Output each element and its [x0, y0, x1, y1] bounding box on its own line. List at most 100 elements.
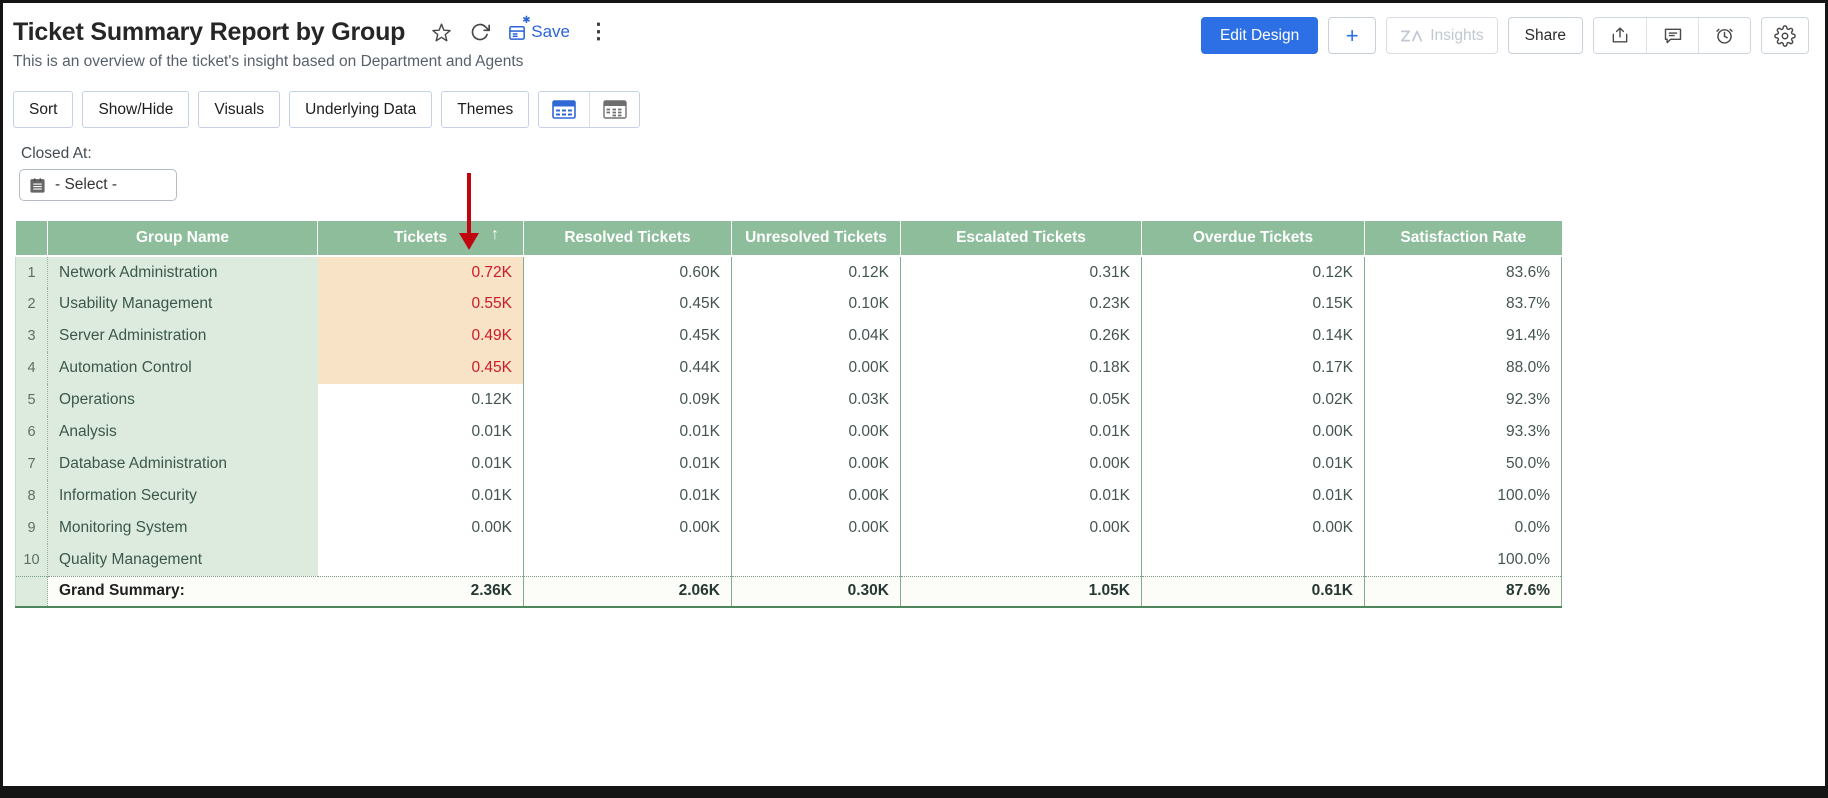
group-name-cell: Information Security — [48, 480, 318, 512]
refresh-button[interactable] — [470, 22, 490, 42]
themes-button[interactable]: Themes — [441, 91, 529, 128]
gear-icon — [1774, 25, 1796, 47]
star-icon — [431, 22, 452, 43]
resolved-cell — [524, 544, 732, 576]
page-title: Ticket Summary Report by Group — [13, 15, 405, 49]
tickets-cell: 0.01K — [318, 480, 524, 512]
settings-button[interactable] — [1761, 17, 1809, 54]
summary-gutter — [16, 576, 48, 607]
summary-satisfaction: 87.6% — [1365, 576, 1562, 607]
satisfaction-cell: 88.0% — [1365, 352, 1562, 384]
sort-button[interactable]: Sort — [13, 91, 73, 128]
satisfaction-cell: 100.0% — [1365, 544, 1562, 576]
overdue-cell — [1142, 544, 1365, 576]
unresolved-cell: 0.00K — [732, 352, 901, 384]
comment-icon — [1663, 26, 1683, 46]
edit-design-button[interactable]: Edit Design — [1201, 17, 1318, 54]
column-header-group-name[interactable]: Group Name — [48, 221, 318, 256]
report-table: Group Name Tickets ↑ Resolved Tickets Unr… — [15, 221, 1561, 608]
escalated-cell: 0.26K — [901, 320, 1142, 352]
overdue-cell: 0.12K — [1142, 256, 1365, 288]
unresolved-cell: 0.00K — [732, 480, 901, 512]
escalated-cell: 0.00K — [901, 448, 1142, 480]
save-modified-asterisk: ✱ — [522, 15, 530, 26]
show-hide-button[interactable]: Show/Hide — [82, 91, 189, 128]
column-header-tickets-label: Tickets — [394, 229, 447, 246]
satisfaction-cell: 83.6% — [1365, 256, 1562, 288]
table-view-icon — [552, 100, 576, 119]
visuals-button[interactable]: Visuals — [198, 91, 280, 128]
comment-button[interactable] — [1646, 18, 1698, 53]
unresolved-cell: 0.04K — [732, 320, 901, 352]
favorite-button[interactable] — [431, 22, 452, 43]
escalated-cell — [901, 544, 1142, 576]
resolved-cell: 0.01K — [524, 448, 732, 480]
row-number: 4 — [16, 352, 48, 384]
header-actions: Edit Design + Insights Share — [1201, 17, 1809, 54]
save-button[interactable]: ✱ Save — [508, 22, 570, 42]
summary-resolved: 2.06K — [524, 576, 732, 607]
refresh-icon — [470, 22, 490, 42]
resolved-cell: 0.00K — [524, 512, 732, 544]
escalated-cell: 0.31K — [901, 256, 1142, 288]
export-button[interactable] — [1594, 18, 1646, 53]
resolved-cell: 0.45K — [524, 288, 732, 320]
satisfaction-cell: 100.0% — [1365, 480, 1562, 512]
row-number: 3 — [16, 320, 48, 352]
sort-ascending-icon[interactable]: ↑ — [491, 226, 499, 244]
report-icon-group — [1593, 17, 1751, 54]
table-view-button[interactable] — [539, 92, 589, 127]
title-row: Ticket Summary Report by Group ✱ Save ⋮ — [13, 15, 609, 49]
tickets-cell: 0.00K — [318, 512, 524, 544]
tickets-cell — [318, 544, 524, 576]
group-name-cell: Analysis — [48, 416, 318, 448]
escalated-cell: 0.00K — [901, 512, 1142, 544]
overdue-cell: 0.02K — [1142, 384, 1365, 416]
overdue-cell: 0.14K — [1142, 320, 1365, 352]
share-button[interactable]: Share — [1508, 17, 1583, 54]
resolved-cell: 0.44K — [524, 352, 732, 384]
resolved-cell: 0.01K — [524, 480, 732, 512]
escalated-cell: 0.23K — [901, 288, 1142, 320]
date-filter-value: - Select - — [55, 176, 117, 194]
table-row: 3 Server Administration 0.49K 0.45K 0.04… — [16, 320, 1562, 352]
table-row: 10 Quality Management 100.0% — [16, 544, 1562, 576]
report-toolbar: Sort Show/Hide Visuals Underlying Data T… — [13, 91, 640, 128]
column-header-resolved-tickets[interactable]: Resolved Tickets — [524, 221, 732, 256]
column-header-unresolved-tickets[interactable]: Unresolved Tickets — [732, 221, 901, 256]
column-header-overdue-tickets[interactable]: Overdue Tickets — [1142, 221, 1365, 256]
insights-label: Insights — [1430, 27, 1483, 45]
column-header-satisfaction-rate[interactable]: Satisfaction Rate — [1365, 221, 1562, 256]
underlying-data-button[interactable]: Underlying Data — [289, 91, 432, 128]
group-name-cell: Quality Management — [48, 544, 318, 576]
row-number: 1 — [16, 256, 48, 288]
pivot-view-icon — [603, 100, 627, 119]
row-number: 8 — [16, 480, 48, 512]
date-filter-select[interactable]: - Select - — [19, 169, 177, 201]
more-options-button[interactable]: ⋮ — [588, 22, 609, 42]
unresolved-cell: 0.10K — [732, 288, 901, 320]
title-icons: ✱ Save ⋮ — [431, 22, 609, 43]
corner-header-cell — [16, 221, 48, 256]
save-label: Save — [531, 22, 570, 42]
column-header-escalated-tickets[interactable]: Escalated Tickets — [901, 221, 1142, 256]
group-name-cell: Operations — [48, 384, 318, 416]
table-row: 6 Analysis 0.01K 0.01K 0.00K 0.01K 0.00K… — [16, 416, 1562, 448]
add-button[interactable]: + — [1328, 17, 1376, 54]
resolved-cell: 0.45K — [524, 320, 732, 352]
group-name-cell: Automation Control — [48, 352, 318, 384]
zia-icon — [1400, 27, 1424, 45]
table-row: 8 Information Security 0.01K 0.01K 0.00K… — [16, 480, 1562, 512]
escalated-cell: 0.01K — [901, 416, 1142, 448]
row-number: 9 — [16, 512, 48, 544]
table-row: 4 Automation Control 0.45K 0.44K 0.00K 0… — [16, 352, 1562, 384]
schedule-alert-button[interactable] — [1698, 18, 1750, 53]
group-name-cell: Server Administration — [48, 320, 318, 352]
alarm-clock-icon — [1714, 25, 1735, 46]
column-header-tickets[interactable]: Tickets ↑ — [318, 221, 524, 256]
pivot-view-button[interactable] — [589, 92, 639, 127]
summary-escalated: 1.05K — [901, 576, 1142, 607]
insights-button[interactable]: Insights — [1386, 17, 1497, 54]
table-row: 2 Usability Management 0.55K 0.45K 0.10K… — [16, 288, 1562, 320]
group-name-cell: Database Administration — [48, 448, 318, 480]
